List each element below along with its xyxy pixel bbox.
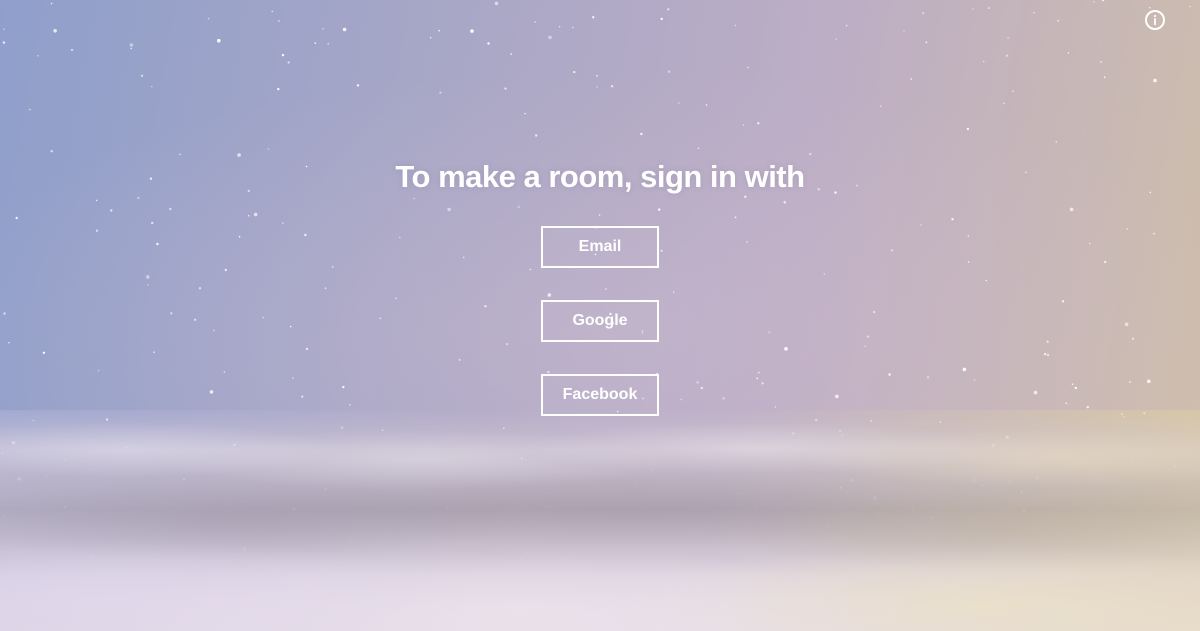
page-heading: To make a room, sign in with [395, 159, 805, 194]
sign-in-panel: To make a room, sign in with Email Googl… [0, 155, 1200, 416]
sign-in-options: Email Google Facebook [541, 226, 659, 448]
email-sign-in-button[interactable]: Email [541, 226, 659, 268]
facebook-sign-in-button[interactable]: Facebook [541, 374, 659, 416]
info-icon [1153, 14, 1157, 25]
google-sign-in-button[interactable]: Google [541, 300, 659, 342]
info-button[interactable] [1145, 10, 1165, 30]
